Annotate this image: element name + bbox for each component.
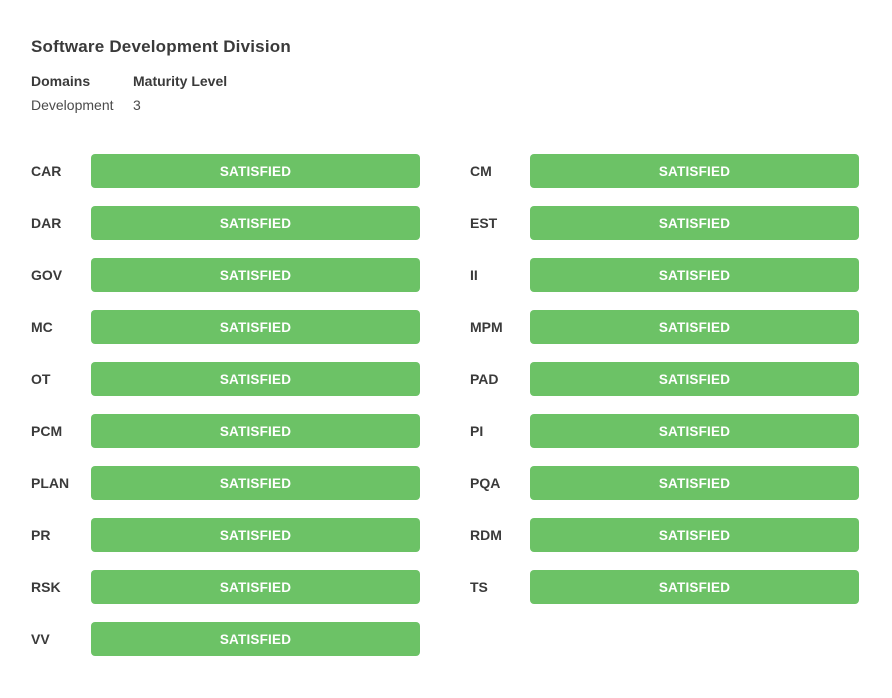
practice-area-status-badge: SATISFIED [91, 206, 420, 240]
practice-area-row: RSK SATISFIED [31, 570, 420, 604]
practice-area-code: CM [470, 163, 492, 179]
practice-area-code: II [470, 267, 478, 283]
practice-area-status-badge: SATISFIED [91, 362, 420, 396]
practice-area-status-badge: SATISFIED [91, 414, 420, 448]
practice-area-code: PAD [470, 371, 499, 387]
practice-area-row: MPM SATISFIED [470, 310, 859, 344]
domain-value: Development [31, 97, 114, 113]
practice-area-code: PI [470, 423, 484, 439]
practice-area-status-badge: SATISFIED [530, 258, 859, 292]
practice-area-row: PQA SATISFIED [470, 466, 859, 500]
practice-area-status-badge: SATISFIED [530, 570, 859, 604]
practice-area-code: EST [470, 215, 498, 231]
practice-area-status-badge: SATISFIED [530, 310, 859, 344]
practice-area-row: GOV SATISFIED [31, 258, 420, 292]
practice-area-code: PR [31, 527, 51, 543]
practice-area-status-badge: SATISFIED [91, 258, 420, 292]
practice-area-status-badge: SATISFIED [530, 154, 859, 188]
maturity-level-value: 3 [133, 97, 141, 113]
practice-area-status-badge: SATISFIED [91, 518, 420, 552]
practice-area-code: MC [31, 319, 53, 335]
page-title: Software Development Division [31, 37, 291, 56]
practice-area-row: PCM SATISFIED [31, 414, 420, 448]
practice-area-status-badge: SATISFIED [530, 206, 859, 240]
domains-header: Domains [31, 73, 91, 89]
practice-area-status-badge: SATISFIED [91, 570, 420, 604]
practice-area-status-badge: SATISFIED [530, 466, 859, 500]
practice-area-row: CAR SATISFIED [31, 154, 420, 188]
practice-area-row: PAD SATISFIED [470, 362, 859, 396]
practice-area-code: PCM [31, 423, 63, 439]
practice-area-status-badge: SATISFIED [530, 362, 859, 396]
practice-area-code: OT [31, 371, 51, 387]
practice-area-row: MC SATISFIED [31, 310, 420, 344]
practice-area-row: EST SATISFIED [470, 206, 859, 240]
practice-area-row: RDM SATISFIED [470, 518, 859, 552]
division-meta: Domains Maturity Level Development 3 [31, 73, 227, 113]
practice-area-row: DAR SATISFIED [31, 206, 420, 240]
practice-area-status-badge: SATISFIED [530, 414, 859, 448]
practice-area-row: PR SATISFIED [31, 518, 420, 552]
practice-area-row: OT SATISFIED [31, 362, 420, 396]
practice-area-status-badge: SATISFIED [530, 518, 859, 552]
maturity-level-header: Maturity Level [133, 73, 228, 89]
practice-area-code: CAR [31, 163, 62, 179]
practice-area-row: II SATISFIED [470, 258, 859, 292]
practice-area-row: VV SATISFIED [31, 622, 420, 656]
practice-area-row: TS SATISFIED [470, 570, 859, 604]
practice-area-code: VV [31, 631, 50, 647]
practice-area-row: PLAN SATISFIED [31, 466, 420, 500]
practice-area-row: CM SATISFIED [470, 154, 859, 188]
practice-area-code: RSK [31, 579, 61, 595]
practice-area-row: PI SATISFIED [470, 414, 859, 448]
practice-area-status-badge: SATISFIED [91, 622, 420, 656]
practice-area-status-badge: SATISFIED [91, 310, 420, 344]
practice-area-code: MPM [470, 319, 503, 335]
practice-area-code: DAR [31, 215, 62, 231]
practice-area-status-badge: SATISFIED [91, 466, 420, 500]
practice-area-code: PLAN [31, 475, 70, 491]
practice-area-code: TS [470, 579, 488, 595]
practice-area-code: PQA [470, 475, 501, 491]
practice-area-code: RDM [470, 527, 502, 543]
practice-area-code: GOV [31, 267, 63, 283]
practice-area-status-badge: SATISFIED [91, 154, 420, 188]
practice-area-grid: CAR SATISFIED CM SATISFIED DAR SATISFIED EST SA… [31, 154, 859, 656]
